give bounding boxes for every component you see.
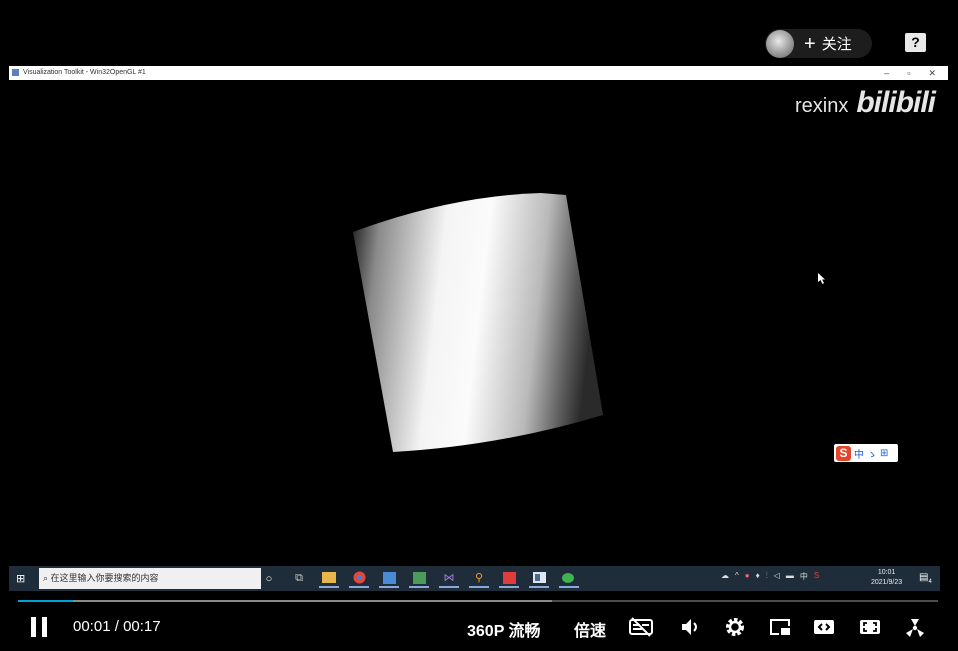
pause-icon [31, 617, 36, 637]
progress-bar[interactable] [18, 600, 938, 602]
notification-count: 4 [928, 579, 932, 585]
taskbar-clock: 10:01 2021/9/23 [871, 568, 902, 588]
time-separator: / [114, 618, 119, 635]
recorded-taskbar: ⊞ ⌕ 在这里输入你要搜索的内容 ○ ⧉ ⋈ ⚲ ☁ ^ ● ♦ ⫶ ◁ ▬ 中… [9, 566, 940, 591]
sogou-tray-icon: S [813, 571, 820, 580]
progress-fill [18, 600, 74, 602]
volume-tray-icon: ◁ [773, 571, 780, 580]
volume-icon[interactable] [679, 615, 703, 639]
time-display: 00:01 / 00:17 [73, 618, 161, 635]
taskbar-search-placeholder: 在这里输入你要搜索的内容 [50, 573, 159, 583]
wechat-icon [559, 569, 579, 588]
web-fullscreen-icon[interactable] [858, 615, 882, 639]
network-icon: ⫶ [765, 571, 768, 580]
search-app-icon: ⚲ [469, 569, 489, 588]
current-time: 00:01 [73, 618, 111, 635]
ime-badge: S 中 ゝ ⊞ [834, 444, 898, 462]
search-icon: ⌕ [43, 573, 51, 583]
task-view-icon: ⧉ [295, 572, 303, 584]
ime-menu-icon: ⊞ [880, 447, 889, 459]
chevron-up-icon: ^ [735, 571, 739, 580]
image-icon [409, 569, 429, 588]
cursor-icon [818, 273, 825, 284]
battery-icon: ▬ [785, 571, 794, 580]
tray-app-icon: ● [744, 571, 750, 580]
picture-in-picture-icon[interactable] [768, 615, 792, 639]
duration: 00:17 [123, 618, 161, 635]
windows-icon: ⊞ [16, 573, 26, 585]
explorer-icon [319, 569, 339, 588]
clock-date: 2021/9/23 [871, 579, 903, 586]
widescreen-icon[interactable] [812, 615, 836, 639]
pause-button[interactable] [30, 617, 48, 637]
clock-time: 10:01 [877, 569, 896, 576]
cloud-icon: ☁ [721, 571, 729, 580]
cortana-icon: ○ [265, 572, 273, 585]
red-app-icon [499, 569, 519, 588]
settings-icon[interactable] [723, 615, 747, 639]
sogou-icon: S [836, 445, 851, 461]
system-tray: ☁ ^ ● ♦ ⫶ ◁ ▬ 中 S [721, 571, 819, 582]
quality-button[interactable]: 360P 流畅 [467, 617, 541, 641]
ime-tray-icon: 中 [799, 572, 808, 581]
chrome-icon [349, 569, 369, 588]
video-frame-cylinder [353, 193, 603, 452]
speed-button[interactable]: 倍速 [574, 617, 606, 641]
fullscreen-icon[interactable] [903, 615, 927, 639]
ime-chinese-mode: 中 [854, 449, 864, 461]
taskbar-search: ⌕ 在这里输入你要搜索的内容 [39, 568, 261, 589]
mic-icon: ♦ [755, 571, 760, 580]
visual-studio-icon: ⋈ [439, 569, 459, 588]
progress-buffer [18, 600, 552, 602]
remote-icon [379, 569, 399, 588]
taskbar-apps: ○ ⧉ ⋈ ⚲ [259, 569, 579, 588]
cylinder-shape [353, 193, 603, 452]
window-app-icon [529, 569, 549, 588]
notification-icon: ▤4 [919, 572, 932, 585]
ime-punctuation: ゝ [867, 449, 877, 461]
pause-icon-bar [42, 617, 47, 637]
subtitle-off-icon[interactable] [629, 615, 653, 639]
